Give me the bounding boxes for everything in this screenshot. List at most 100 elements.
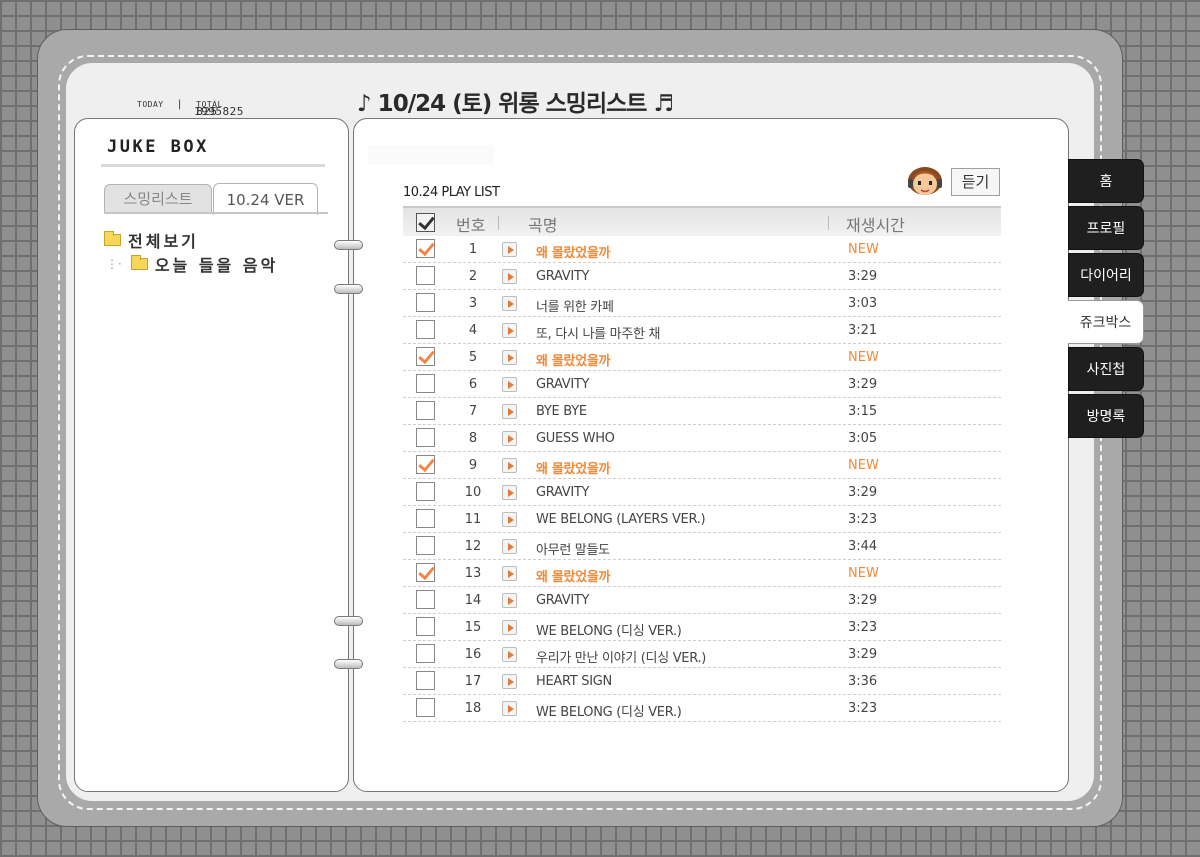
play-icon[interactable] — [502, 593, 517, 608]
tree-item-all[interactable]: 전체보기 — [104, 228, 199, 252]
binder-ring — [334, 659, 363, 669]
song-duration: 3:29 — [848, 377, 878, 392]
play-icon[interactable] — [502, 512, 517, 527]
song-title: HEART SIGN — [536, 674, 612, 689]
song-duration: 3:36 — [848, 674, 878, 689]
song-duration: 3:05 — [848, 431, 878, 446]
track-number: 11 — [464, 512, 482, 527]
song-duration: NEW — [848, 458, 879, 473]
row-checkbox[interactable] — [416, 563, 435, 582]
play-icon[interactable] — [502, 674, 517, 689]
tab-version[interactable]: 10.24 VER — [213, 183, 318, 215]
row-checkbox[interactable] — [416, 347, 435, 366]
visitor-counter: TODAY 825 | TOTAL 1995825 — [137, 99, 243, 118]
table-row: 11 WE BELONG (LAYERS VER.) 3:23 — [403, 506, 1001, 533]
row-checkbox[interactable] — [416, 428, 435, 447]
table-row: 14 GRAVITY 3:29 — [403, 587, 1001, 614]
play-icon[interactable] — [502, 350, 517, 365]
song-duration: 3:03 — [848, 296, 878, 311]
song-duration: NEW — [848, 566, 879, 581]
playlist-title: 10.24 PLAY LIST — [403, 185, 500, 200]
nav-item[interactable]: 쥬크박스 — [1068, 300, 1144, 344]
song-title: 왜 몰랐었을까 — [536, 462, 611, 477]
song-duration: 3:29 — [848, 269, 878, 284]
title-underline — [101, 164, 325, 167]
table-row: 12 아무런 말들도 3:44 — [403, 533, 1001, 560]
tree-item-label: 전체보기 — [128, 232, 199, 251]
table-row: 15 WE BELONG (디싱 VER.) 3:23 — [403, 614, 1001, 641]
track-number: 12 — [464, 539, 482, 554]
song-title: GUESS WHO — [536, 431, 615, 446]
col-separator — [828, 216, 829, 230]
song-duration: NEW — [848, 242, 879, 257]
table-row: 18 WE BELONG (디싱 VER.) 3:23 — [403, 695, 1001, 722]
row-checkbox[interactable] — [416, 617, 435, 636]
track-number: 16 — [464, 647, 482, 662]
song-duration: 3:44 — [848, 539, 878, 554]
tree-connector: ⋮· — [106, 257, 122, 271]
track-number: 4 — [468, 323, 478, 338]
tree-item-today-music[interactable]: ⋮· 오늘 들을 음악 — [106, 252, 278, 276]
row-checkbox[interactable] — [416, 374, 435, 393]
play-icon[interactable] — [502, 323, 517, 338]
track-number: 13 — [464, 566, 482, 581]
play-icon[interactable] — [502, 404, 517, 419]
select-all-checkbox[interactable] — [416, 213, 435, 232]
binder-ring — [334, 616, 363, 626]
row-checkbox[interactable] — [416, 644, 435, 663]
play-icon[interactable] — [502, 620, 517, 635]
play-icon[interactable] — [502, 377, 517, 392]
play-icon[interactable] — [502, 431, 517, 446]
track-number: 2 — [468, 269, 478, 284]
row-checkbox[interactable] — [416, 401, 435, 420]
nav-item[interactable]: 다이어리 — [1068, 253, 1144, 297]
song-duration: 3:21 — [848, 323, 878, 338]
track-number: 7 — [468, 404, 478, 419]
nav-item[interactable]: 사진첩 — [1068, 347, 1144, 391]
nav-item[interactable]: 홈 — [1068, 159, 1144, 203]
folder-icon — [104, 231, 121, 246]
folder-icon — [130, 255, 148, 270]
playlist-table: 번호 곡명 재생시간 1 왜 몰랐었을까 NEW 2 GRAVITY 3:29 3 너를 위한… — [403, 206, 1001, 722]
row-checkbox[interactable] — [416, 455, 435, 474]
table-body: 1 왜 몰랐었을까 NEW 2 GRAVITY 3:29 3 너를 위한 카페 3:03 4 또, … — [403, 236, 1001, 722]
play-icon[interactable] — [502, 485, 517, 500]
table-row: 9 왜 몰랐었을까 NEW — [403, 452, 1001, 479]
song-duration: 3:29 — [848, 593, 878, 608]
listen-button[interactable]: 듣기 — [951, 168, 1000, 196]
col-duration: 재생시간 — [846, 216, 905, 235]
blank-box — [368, 145, 494, 165]
row-checkbox[interactable] — [416, 239, 435, 258]
row-checkbox[interactable] — [416, 320, 435, 339]
play-icon[interactable] — [502, 701, 517, 716]
track-number: 10 — [464, 485, 482, 500]
song-duration: 3:29 — [848, 647, 878, 662]
tab-streaming-list[interactable]: 스밍리스트 — [104, 184, 212, 212]
nav-item[interactable]: 방명록 — [1068, 394, 1144, 438]
row-checkbox[interactable] — [416, 590, 435, 609]
row-checkbox[interactable] — [416, 536, 435, 555]
song-title: 너를 위한 카페 — [536, 300, 614, 315]
song-title: GRAVITY — [536, 593, 590, 608]
nav-item[interactable]: 프로필 — [1068, 206, 1144, 250]
row-checkbox[interactable] — [416, 266, 435, 285]
row-checkbox[interactable] — [416, 293, 435, 312]
play-icon[interactable] — [502, 296, 517, 311]
row-checkbox[interactable] — [416, 671, 435, 690]
song-title: GRAVITY — [536, 377, 590, 392]
row-checkbox[interactable] — [416, 698, 435, 717]
song-title: BYE BYE — [536, 404, 587, 419]
table-row: 10 GRAVITY 3:29 — [403, 479, 1001, 506]
table-row: 5 왜 몰랐었을까 NEW — [403, 344, 1001, 371]
play-icon[interactable] — [502, 566, 517, 581]
play-icon[interactable] — [502, 539, 517, 554]
row-checkbox[interactable] — [416, 482, 435, 501]
row-checkbox[interactable] — [416, 509, 435, 528]
table-row: 8 GUESS WHO 3:05 — [403, 425, 1001, 452]
song-title: 왜 몰랐었을까 — [536, 570, 611, 585]
play-icon[interactable] — [502, 458, 517, 473]
play-icon[interactable] — [502, 647, 517, 662]
play-icon[interactable] — [502, 242, 517, 257]
play-icon[interactable] — [502, 269, 517, 284]
song-duration: 3:15 — [848, 404, 878, 419]
